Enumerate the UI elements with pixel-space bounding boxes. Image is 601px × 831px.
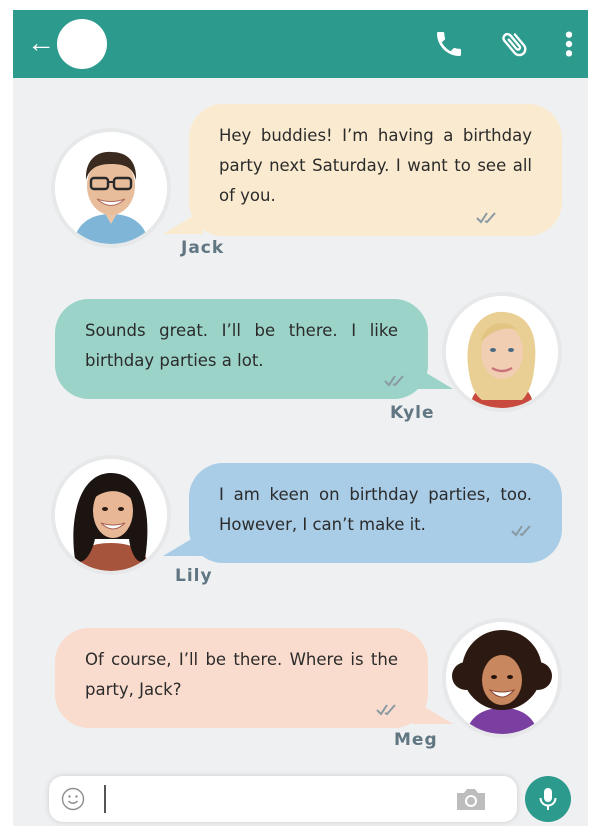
phone-icon[interactable] <box>433 28 465 60</box>
avatar-lily[interactable] <box>55 459 167 571</box>
sender-name: Lily <box>175 566 213 586</box>
paperclip-icon[interactable] <box>499 28 531 60</box>
message-bubble: I am keen on birthday parties, too. Howe… <box>189 463 562 563</box>
message-composer <box>49 776 517 822</box>
read-receipt-icon <box>511 525 535 537</box>
microphone-icon[interactable] <box>525 776 571 822</box>
message-text: Of course, I’ll be there. Where is the p… <box>85 650 398 699</box>
avatar-kyle[interactable] <box>446 296 558 408</box>
back-arrow-icon[interactable]: ← <box>27 28 55 58</box>
sender-name: Jack <box>181 238 225 258</box>
sender-name: Kyle <box>390 403 435 423</box>
chat-screen: ← Hey buddies! I’m having a birthday par… <box>13 10 588 826</box>
read-receipt-icon <box>376 704 400 716</box>
avatar-jack[interactable] <box>55 132 167 244</box>
more-vertical-icon[interactable] <box>561 28 577 60</box>
camera-icon[interactable] <box>454 786 488 812</box>
avatar-meg[interactable] <box>446 622 558 734</box>
chat-header: ← <box>13 10 588 78</box>
message-bubble: Of course, I’ll be there. Where is the p… <box>55 628 428 728</box>
sender-name: Meg <box>394 730 438 750</box>
message-text: Hey buddies! I’m having a birthday party… <box>219 126 532 205</box>
message-text: Sounds great. I’ll be there. I like birt… <box>85 321 398 370</box>
emoji-icon[interactable] <box>61 787 85 811</box>
text-cursor <box>104 785 106 813</box>
message-input[interactable] <box>109 782 433 818</box>
message-text: I am keen on birthday parties, too. Howe… <box>219 485 532 534</box>
message-bubble: Hey buddies! I’m having a birthday party… <box>189 104 562 236</box>
message-bubble: Sounds great. I’ll be there. I like birt… <box>55 299 428 399</box>
contact-avatar[interactable] <box>57 19 107 69</box>
read-receipt-icon <box>384 375 408 387</box>
read-receipt-icon <box>476 212 500 224</box>
